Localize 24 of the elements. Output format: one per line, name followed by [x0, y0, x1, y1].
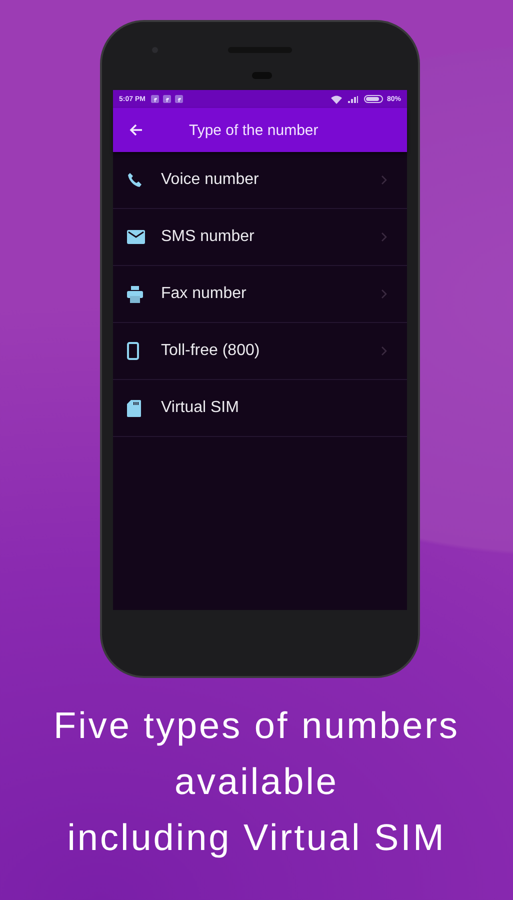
wifi-icon [330, 94, 342, 104]
list-item[interactable]: Voice number [113, 152, 407, 209]
notification-icon [163, 95, 172, 103]
printer-icon [127, 286, 143, 302]
mail-icon [127, 230, 145, 244]
list-item[interactable]: Toll-free (800) [113, 323, 407, 380]
signal-icon [348, 96, 358, 102]
sim-card-icon [127, 400, 141, 416]
notification-icon [175, 95, 184, 103]
notification-icon [151, 95, 160, 103]
smartphone-icon [127, 342, 139, 360]
item-label: Voice number [161, 171, 260, 189]
item-label: Fax number [161, 285, 248, 303]
back-icon[interactable] [129, 124, 143, 136]
item-label: SMS number [161, 228, 256, 246]
list-item[interactable]: Virtual SIM [113, 380, 407, 437]
item-label: Toll-free (800) [161, 342, 261, 360]
list-item[interactable]: Fax number [113, 266, 407, 323]
caption: Five types of numbers available including Virtual SIM [54, 704, 460, 860]
phone-icon [127, 172, 143, 188]
battery-icon [364, 95, 384, 103]
item-label: Virtual SIM [161, 399, 240, 417]
list-item[interactable]: SMS number [113, 209, 407, 266]
screen-title: Type of the number [189, 122, 318, 138]
